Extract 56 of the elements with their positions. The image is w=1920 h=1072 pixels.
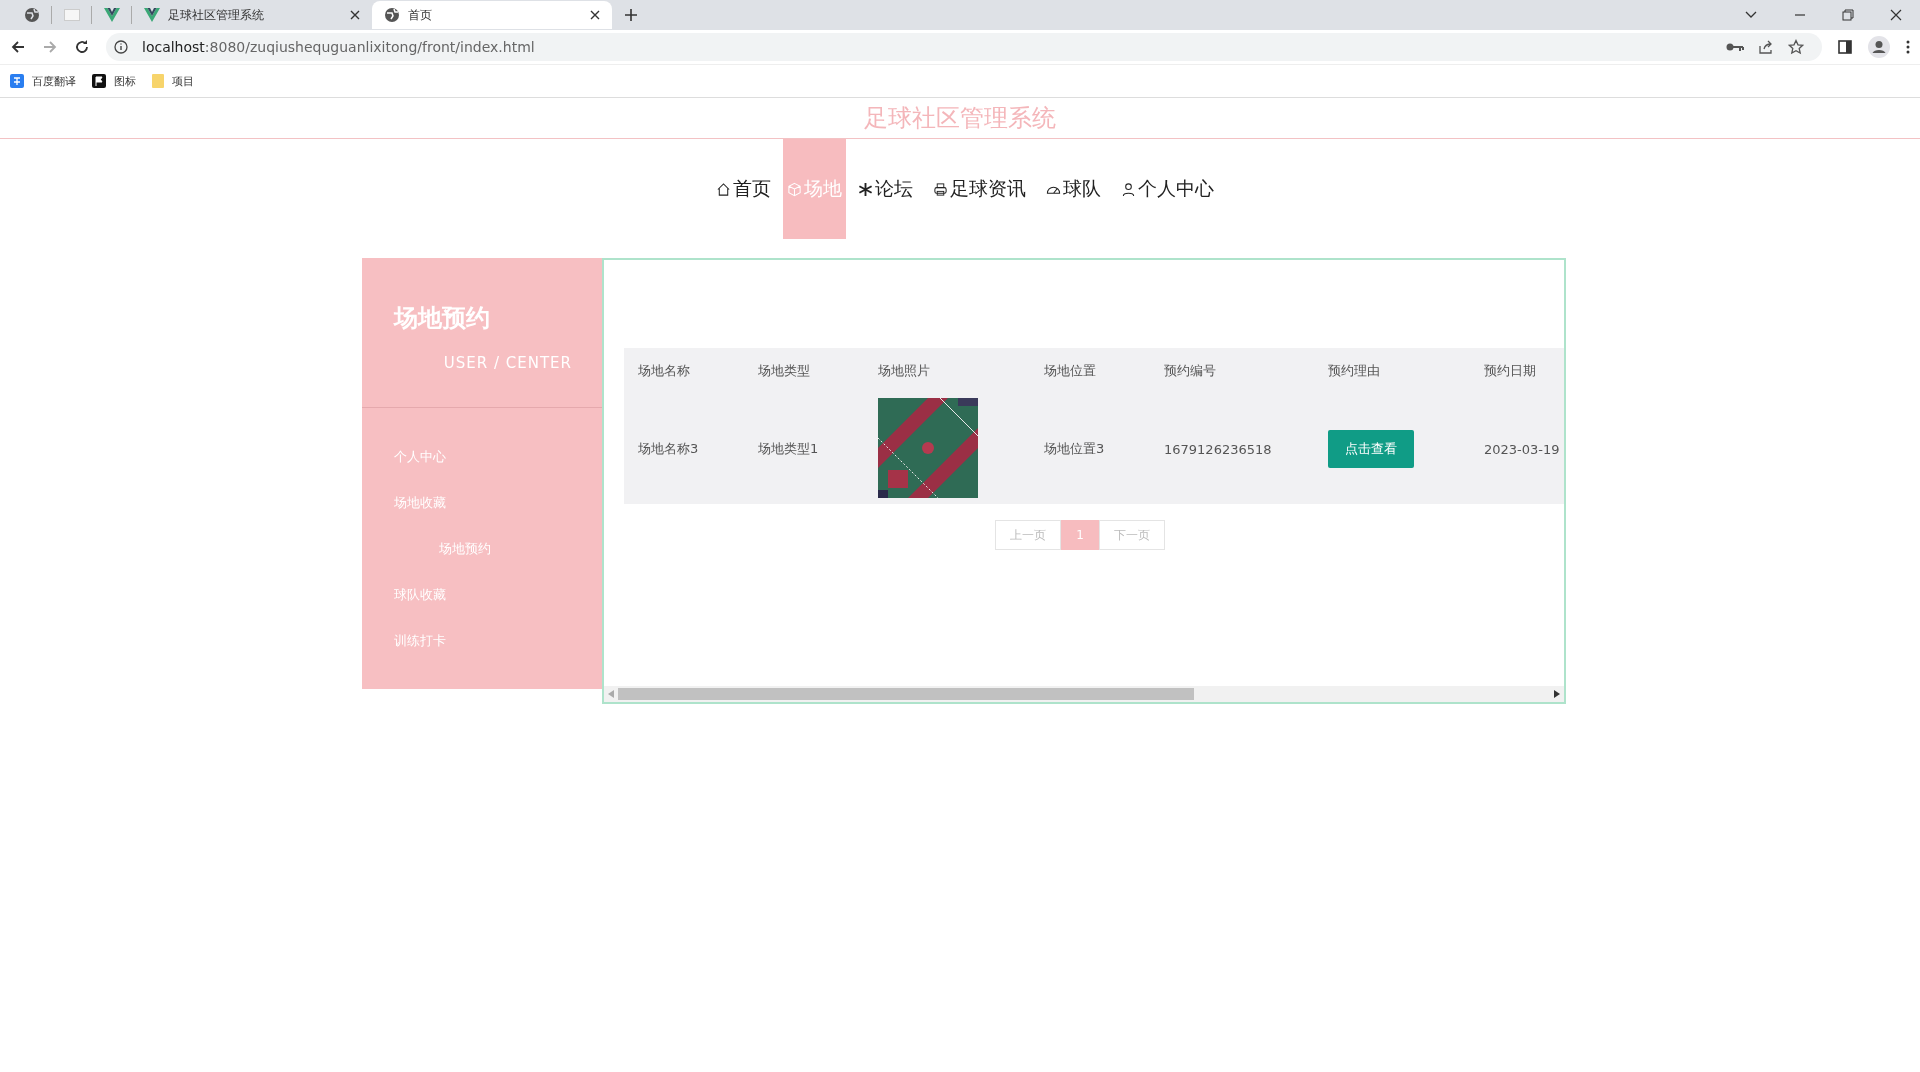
- star-icon[interactable]: [1788, 39, 1804, 55]
- table-cell: 场地位置3: [1044, 441, 1105, 456]
- nav-tab[interactable]: 论坛: [850, 139, 921, 239]
- more-icon[interactable]: [1906, 40, 1910, 54]
- column-header: 场地位置: [1044, 362, 1097, 380]
- column-header: 预约理由: [1328, 362, 1381, 380]
- cube-icon: [787, 181, 802, 197]
- close-icon[interactable]: [590, 10, 600, 20]
- page-icon: [63, 9, 80, 21]
- table-cell: 场地类型1: [758, 441, 819, 456]
- reload-icon[interactable]: [74, 39, 90, 55]
- close-icon[interactable]: [350, 10, 360, 20]
- nav-tab[interactable]: 足球资讯: [925, 139, 1034, 239]
- chevron-down-icon[interactable]: [1744, 10, 1758, 20]
- table-cell: 1679126236518: [1164, 441, 1272, 457]
- horizontal-scrollbar[interactable]: [604, 686, 1564, 702]
- scroll-right-icon[interactable]: [1554, 690, 1560, 698]
- translate-icon: [10, 74, 24, 88]
- bookmark[interactable]: 图标: [92, 73, 136, 89]
- bookmark[interactable]: 百度翻译: [10, 73, 76, 89]
- address-field[interactable]: localhost:8080/zuqiushequguanlixitong/front/index.html: [106, 33, 1822, 61]
- side-panel-icon[interactable]: [1838, 40, 1852, 54]
- back-icon[interactable]: [10, 39, 26, 55]
- globe-icon: [23, 7, 40, 23]
- restore-icon[interactable]: [1842, 9, 1854, 21]
- table-cell: 2023-03-19: [1484, 441, 1560, 457]
- sidebar-title: 场地预约: [394, 303, 491, 334]
- site-title: 足球社区管理系统: [0, 98, 1920, 139]
- globe-icon: [384, 7, 400, 23]
- column-header: 场地类型: [758, 362, 811, 380]
- column-header: 场地名称: [638, 362, 691, 380]
- new-tab-icon[interactable]: [624, 8, 638, 22]
- house-icon: [716, 181, 731, 197]
- info-icon: [114, 40, 128, 54]
- browser-tab[interactable]: 足球社区管理系统: [132, 1, 372, 29]
- flag-icon: [92, 74, 106, 88]
- nav-tab[interactable]: 首页: [708, 139, 779, 239]
- sidebar-subtitle: USER / CENTER: [442, 354, 573, 372]
- nav-tab[interactable]: 球队: [1038, 139, 1109, 239]
- folder-icon: [152, 74, 164, 88]
- close-icon[interactable]: [1890, 9, 1902, 21]
- bookmark[interactable]: 项目: [152, 73, 194, 89]
- snowflake-icon: [858, 181, 873, 197]
- nav-tab[interactable]: 个人中心: [1113, 139, 1222, 239]
- key-icon[interactable]: [1726, 42, 1744, 52]
- column-header: 预约日期: [1484, 362, 1537, 380]
- column-header: 场地照片: [878, 362, 931, 380]
- v-logo-icon: [103, 8, 120, 22]
- v-logo-icon: [144, 8, 160, 22]
- profile-icon[interactable]: [1868, 36, 1890, 58]
- printer-icon: [933, 181, 948, 197]
- browser-tab[interactable]: 首页: [372, 1, 612, 29]
- share-icon[interactable]: [1758, 39, 1774, 55]
- person-icon: [1121, 181, 1136, 197]
- column-header: 预约编号: [1164, 362, 1217, 380]
- table-cell: 场地名称3: [638, 441, 699, 456]
